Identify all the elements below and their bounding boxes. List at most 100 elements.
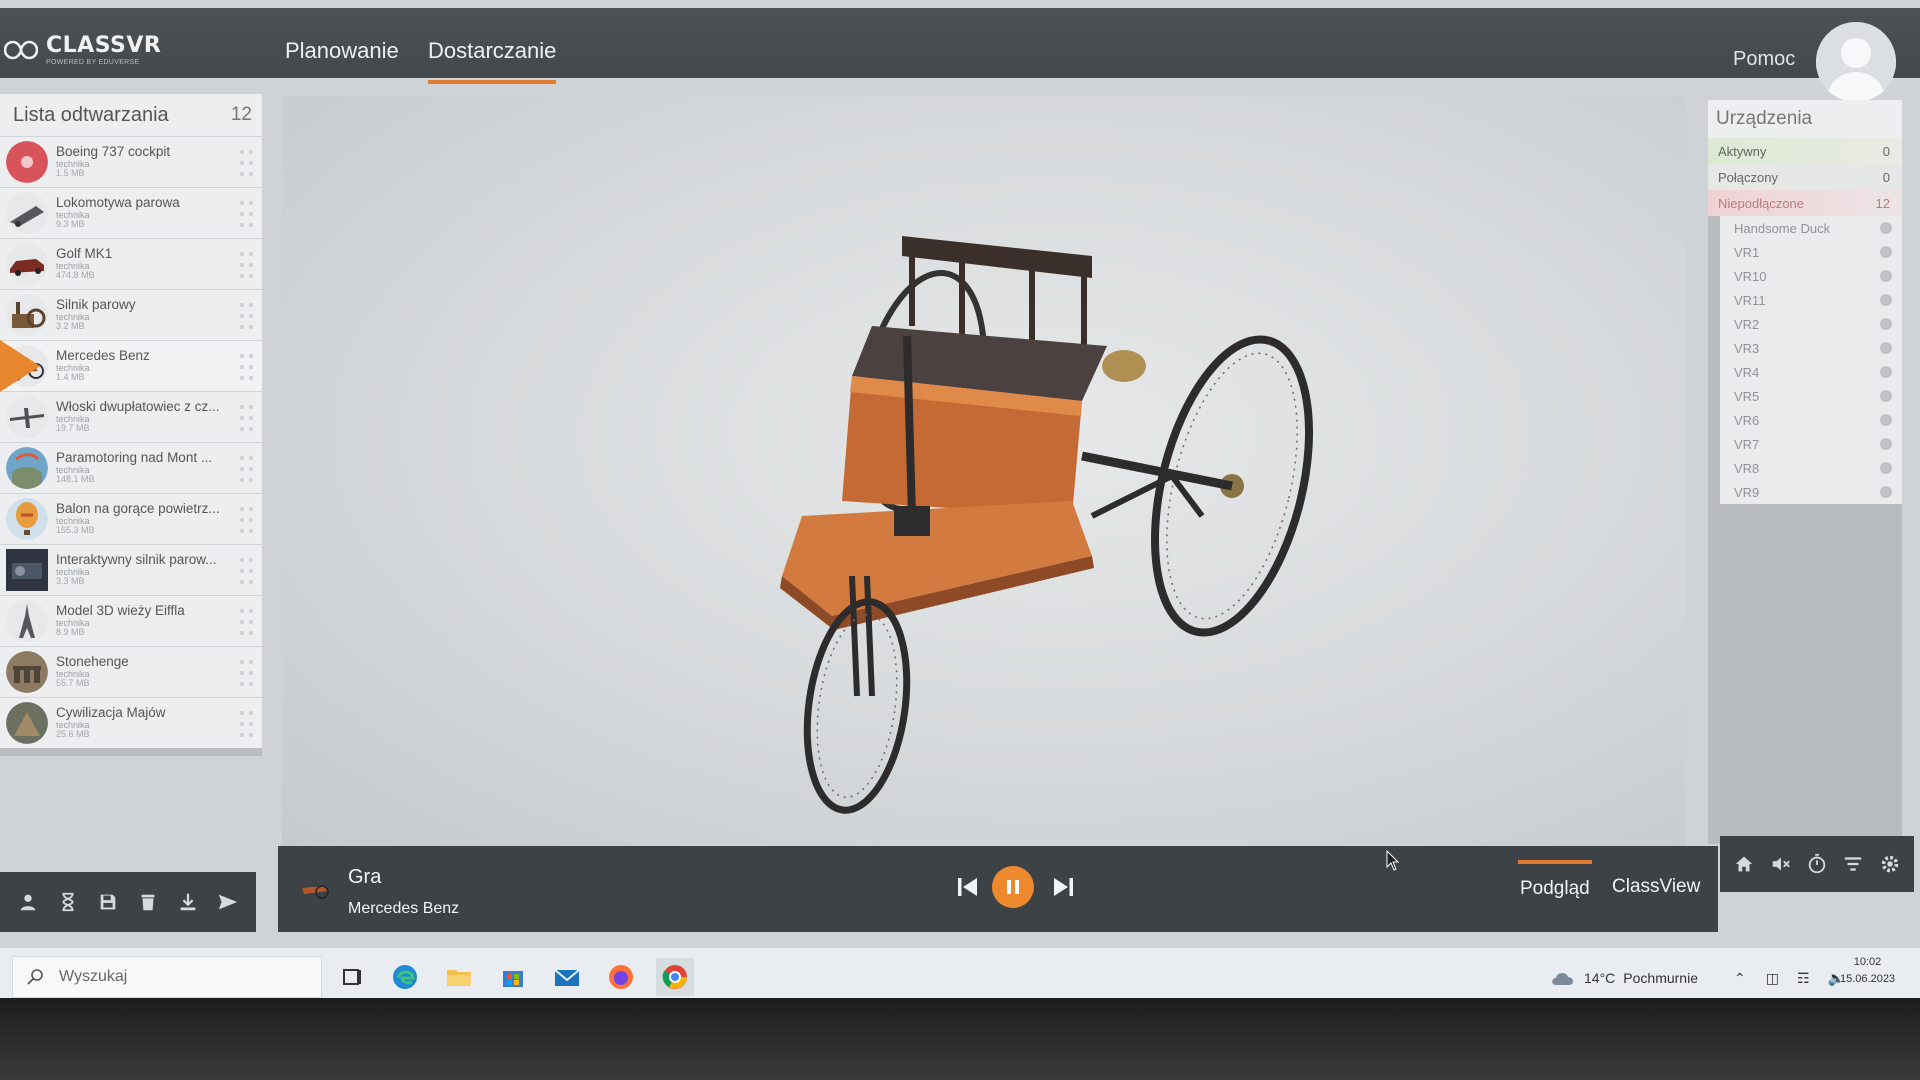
drag-handle-icon[interactable] bbox=[240, 660, 254, 686]
search-placeholder: Wyszukaj bbox=[59, 968, 128, 985]
help-link[interactable]: Pomoc bbox=[1733, 48, 1795, 71]
playlist-item[interactable]: Model 3D wieży Eiffla technika 8.9 MB bbox=[0, 595, 262, 646]
chevron-up-icon[interactable]: ⌃ bbox=[1734, 970, 1746, 987]
playlist-item[interactable]: Interaktywny silnik parow... technika 3.3 … bbox=[0, 544, 262, 595]
weather-description[interactable]: Pochmurnie bbox=[1623, 970, 1698, 986]
eiffel-thumb bbox=[6, 600, 48, 642]
playlist-item[interactable]: Lokomotywa parowa technika 9.3 MB bbox=[0, 187, 262, 238]
status-disconnected[interactable]: Niepodłączone 12 bbox=[1708, 190, 1902, 216]
playlist-item[interactable]: Silnik parowy technika 3.2 MB bbox=[0, 289, 262, 340]
playlist-item[interactable]: Paramotoring nad Mont ... technika 148.1 M… bbox=[0, 442, 262, 493]
device-status-dot bbox=[1880, 366, 1892, 378]
drag-handle-icon[interactable] bbox=[240, 150, 254, 176]
playlist-item[interactable]: Włoski dwupłatowiec z cz... technika 19.7 … bbox=[0, 391, 262, 442]
edge-icon[interactable] bbox=[386, 958, 424, 996]
view-classview-tab[interactable]: ClassView bbox=[1612, 876, 1700, 898]
biplane-thumb bbox=[6, 396, 48, 438]
device-item[interactable]: VR10 bbox=[1720, 264, 1902, 288]
drag-handle-icon[interactable] bbox=[240, 303, 254, 329]
network-icon[interactable]: ◫ bbox=[1766, 970, 1779, 987]
status-connected[interactable]: Połączony 0 bbox=[1708, 164, 1902, 190]
taskbar-search[interactable]: Wyszukaj bbox=[12, 956, 322, 998]
playlist-item[interactable]: Stonehenge technika 55.7 MB bbox=[0, 646, 262, 697]
device-item[interactable]: VR8 bbox=[1720, 456, 1902, 480]
firefox-icon[interactable] bbox=[602, 958, 640, 996]
tab-planowanie[interactable]: Planowanie bbox=[285, 38, 399, 84]
device-item[interactable]: VR11 bbox=[1720, 288, 1902, 312]
device-item[interactable]: VR9 bbox=[1720, 480, 1902, 504]
device-item[interactable]: VR7 bbox=[1720, 432, 1902, 456]
item-name: Boeing 737 cockpit bbox=[56, 144, 171, 159]
mute-icon[interactable] bbox=[1769, 852, 1793, 876]
devices-title: Urządzenia bbox=[1716, 108, 1813, 129]
drag-handle-icon[interactable] bbox=[240, 456, 254, 482]
device-item[interactable]: VR2 bbox=[1720, 312, 1902, 336]
device-item[interactable]: VR1 bbox=[1720, 240, 1902, 264]
brand-tagline: POWERED BY EDUVERSE bbox=[46, 58, 140, 66]
drag-handle-icon[interactable] bbox=[240, 201, 254, 227]
store-icon[interactable] bbox=[494, 958, 532, 996]
drag-handle-icon[interactable] bbox=[240, 558, 254, 584]
3d-viewer[interactable] bbox=[282, 96, 1686, 848]
device-item[interactable]: VR3 bbox=[1720, 336, 1902, 360]
device-status-dot bbox=[1880, 486, 1892, 498]
status-active[interactable]: Aktywny 0 bbox=[1708, 138, 1902, 164]
playlist-item[interactable]: Golf MK1 technika 474.8 MB bbox=[0, 238, 262, 289]
trash-icon[interactable] bbox=[136, 890, 160, 914]
playlist-item[interactable]: Boeing 737 cockpit technika 1.5 MB bbox=[0, 136, 262, 187]
download-icon[interactable] bbox=[176, 890, 200, 914]
task-view-icon[interactable] bbox=[334, 958, 372, 996]
playlist-item[interactable]: Balon na gorące powietrz... technika 155.3… bbox=[0, 493, 262, 544]
device-status-dot bbox=[1880, 270, 1892, 282]
mail-icon[interactable] bbox=[548, 958, 586, 996]
user-icon bbox=[1816, 22, 1896, 102]
view-preview-tab[interactable]: Podgląd bbox=[1518, 860, 1592, 900]
infinity-logo-icon bbox=[4, 40, 38, 60]
taskbar-clock[interactable]: 10:02 15.06.2023 bbox=[1840, 954, 1895, 987]
item-name: Cywilizacja Majów bbox=[56, 705, 166, 720]
next-icon[interactable] bbox=[1048, 872, 1078, 902]
playlist-item[interactable]: Cywilizacja Majów technika 25.6 MB bbox=[0, 697, 262, 748]
device-name: VR3 bbox=[1734, 340, 1760, 356]
device-status-dot bbox=[1880, 246, 1892, 258]
timer-icon[interactable] bbox=[1805, 852, 1829, 876]
user-avatar[interactable] bbox=[1816, 22, 1896, 102]
device-item[interactable]: VR5 bbox=[1720, 384, 1902, 408]
device-status-dot bbox=[1880, 294, 1892, 306]
wifi-icon[interactable]: ☶ bbox=[1797, 970, 1810, 987]
pause-button[interactable] bbox=[992, 866, 1034, 908]
hourglass-icon[interactable] bbox=[56, 890, 80, 914]
now-playing-thumb bbox=[302, 885, 329, 899]
item-size: 3.3 MB bbox=[56, 576, 85, 587]
file-explorer-icon[interactable] bbox=[440, 958, 478, 996]
device-item[interactable]: VR4 bbox=[1720, 360, 1902, 384]
drag-handle-icon[interactable] bbox=[240, 609, 254, 635]
settings-icon[interactable] bbox=[1878, 852, 1902, 876]
device-item[interactable]: Handsome Duck bbox=[1720, 216, 1902, 240]
drag-handle-icon[interactable] bbox=[240, 354, 254, 380]
cloud-icon bbox=[1552, 972, 1574, 985]
active-item-marker bbox=[0, 340, 40, 392]
user-icon[interactable] bbox=[16, 890, 40, 914]
send-icon[interactable] bbox=[216, 890, 240, 914]
item-size: 1.5 MB bbox=[56, 168, 85, 179]
drag-handle-icon[interactable] bbox=[240, 507, 254, 533]
home-icon[interactable] bbox=[1732, 852, 1756, 876]
device-item[interactable]: VR6 bbox=[1720, 408, 1902, 432]
weather-temperature[interactable]: 14°C bbox=[1584, 970, 1615, 986]
maya-thumb bbox=[6, 702, 48, 744]
devices-toolbar bbox=[1720, 836, 1914, 892]
device-name: VR7 bbox=[1734, 436, 1760, 452]
monitor-bezel bbox=[0, 998, 1920, 1080]
filter-icon[interactable] bbox=[1841, 852, 1865, 876]
tab-dostarczanie[interactable]: Dostarczanie bbox=[428, 38, 557, 84]
chrome-icon[interactable] bbox=[656, 958, 694, 996]
device-status-dot bbox=[1880, 438, 1892, 450]
save-icon[interactable] bbox=[96, 890, 120, 914]
playlist-count: 12 bbox=[230, 104, 252, 125]
drag-handle-icon[interactable] bbox=[240, 405, 254, 431]
drag-handle-icon[interactable] bbox=[240, 711, 254, 737]
device-name: VR6 bbox=[1734, 412, 1760, 428]
drag-handle-icon[interactable] bbox=[240, 252, 254, 278]
previous-icon[interactable] bbox=[953, 872, 983, 902]
